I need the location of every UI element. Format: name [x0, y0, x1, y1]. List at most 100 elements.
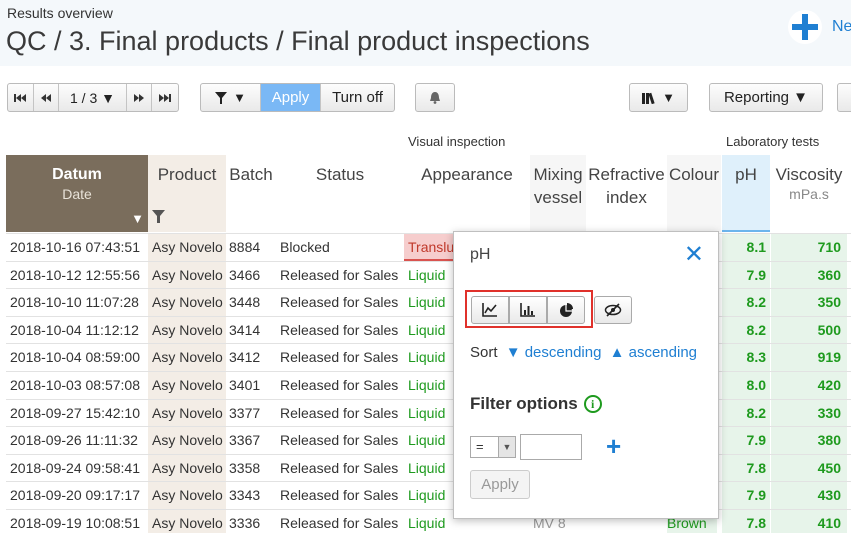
table-row[interactable]: 2018-10-04 08:59:00 Asy Novelo 3412 Release… [6, 343, 851, 372]
cell-ph: 7.9 [722, 482, 770, 510]
table-row[interactable]: 2018-09-24 09:58:41 Asy Novelo 3358 Release… [6, 453, 851, 482]
pagination: 1 / 3 ▼ [7, 83, 179, 112]
pie-chart-button[interactable] [547, 296, 585, 324]
cell-ph: 8.2 [722, 399, 770, 427]
cell-date: 2018-10-10 11:07:28 [10, 294, 139, 311]
cell-viscosity: 710 [771, 234, 847, 261]
column-header-colour[interactable]: Colour [667, 155, 721, 232]
column-title-appearance: Appearance [421, 165, 513, 184]
apply-filter-button[interactable]: Apply [261, 84, 321, 111]
column-title-product: Product [157, 165, 217, 184]
cell-viscosity: 450 [771, 454, 847, 482]
close-icon[interactable]: ✕ [684, 240, 704, 269]
cell-appearance: Liquid [408, 487, 446, 504]
column-header-status[interactable]: Status [276, 155, 404, 232]
filter-value-input[interactable] [520, 434, 582, 460]
column-header-refractive-index[interactable]: Refractive index [586, 155, 667, 232]
library-icon [642, 92, 655, 104]
column-title-mixing-vessel: Mixing vessel [533, 165, 583, 207]
cell-appearance: Liquid [408, 459, 446, 476]
cell-status: Released for Sales [280, 459, 399, 476]
column-header-viscosity[interactable]: Viscosity mPa.s [771, 155, 847, 232]
reporting-dropdown[interactable]: Reporting ▼ [709, 83, 823, 112]
column-header-product[interactable]: Product [148, 155, 226, 232]
cell-status: Released for Sales [280, 294, 399, 311]
cell-batch: 3401 [229, 376, 261, 393]
apply-filter-popup-button[interactable]: Apply [470, 470, 530, 499]
cell-status: Released for Sales [280, 349, 399, 366]
cell-batch: 3466 [229, 266, 261, 283]
info-icon[interactable]: i [583, 395, 602, 413]
column-header-appearance[interactable]: Appearance [404, 155, 530, 232]
column-title-datum: Datum [52, 166, 102, 183]
cell-date: 2018-10-03 08:57:08 [10, 376, 140, 393]
extra-toolbar-button[interactable] [837, 83, 851, 112]
column-title-batch: Batch [229, 165, 273, 184]
page-title: QC / 3. Final products / Final product i… [6, 26, 590, 56]
prev-page-button[interactable] [34, 84, 60, 111]
first-page-button[interactable] [8, 84, 34, 111]
group-label-lab: Laboratory tests [726, 134, 820, 149]
cell-date: 2018-10-12 12:55:56 [10, 266, 140, 283]
column-header-ph[interactable]: pH [722, 155, 770, 232]
library-caret: ▼ [662, 90, 675, 105]
cell-ph: 7.8 [722, 454, 770, 482]
table-row[interactable]: 2018-10-04 11:12:12 Asy Novelo 3414 Release… [6, 315, 851, 344]
table-row[interactable]: 2018-10-12 12:55:56 Asy Novelo 3466 Release… [6, 260, 851, 289]
line-chart-button[interactable] [471, 296, 509, 324]
cell-appearance: Liquid [408, 349, 446, 366]
cell-batch: 3412 [229, 349, 261, 366]
prev-page-icon [41, 93, 52, 102]
last-page-button[interactable] [152, 84, 178, 111]
next-page-button[interactable] [127, 84, 153, 111]
filter-dropdown[interactable]: ▼ [201, 84, 261, 111]
cell-ph: 8.3 [722, 344, 770, 372]
operator-select[interactable]: = ▼ [470, 436, 516, 458]
sort-ascending-link[interactable]: ▲ ascending [610, 344, 697, 361]
new-button-label: Ne [832, 18, 851, 35]
table-row[interactable]: 2018-10-03 08:57:08 Asy Novelo 3401 Release… [6, 370, 851, 399]
bar-chart-button[interactable] [509, 296, 547, 324]
column-header-datum[interactable]: Datum Date ▼ [6, 155, 148, 232]
column-header-batch[interactable]: Batch [226, 155, 276, 232]
column-options-popup: pH ✕ Sort ▼ descending ▲ ascending Filte… [453, 231, 719, 519]
cell-status: Released for Sales [280, 376, 399, 393]
column-title-colour: Colour [668, 165, 720, 184]
column-subtitle-datum: Date [62, 186, 92, 202]
turn-off-filter-button[interactable]: Turn off [321, 84, 394, 111]
table-row[interactable]: 2018-09-19 10:08:51 Asy Novelo 3336 Release… [6, 508, 851, 533]
sort-desc-icon: ▼ [131, 211, 144, 226]
cell-appearance: Liquid [408, 432, 446, 449]
hide-column-button[interactable] [594, 296, 632, 324]
cell-batch: 3448 [229, 294, 261, 311]
table-row[interactable]: 2018-09-20 09:17:17 Asy Novelo 3343 Release… [6, 481, 851, 510]
cell-viscosity: 919 [771, 344, 847, 372]
plus-icon [788, 10, 822, 44]
column-header-mixing-vessel[interactable]: Mixing vessel [530, 155, 586, 232]
cell-date: 2018-09-27 15:42:10 [10, 404, 140, 421]
filter-options-heading: Filter options i [470, 394, 602, 414]
table-row[interactable]: 2018-10-16 07:43:51 Asy Novelo 8884 Blocked… [6, 233, 851, 261]
notification-button[interactable] [415, 83, 455, 112]
cell-status: Released for Sales [280, 404, 399, 421]
cell-date: 2018-09-24 09:58:41 [10, 459, 140, 476]
breadcrumb[interactable]: Results overview [7, 5, 113, 21]
chevron-down-icon: ▼ [498, 437, 515, 457]
cell-appearance: Liquid [408, 266, 446, 283]
table-row[interactable]: 2018-10-10 11:07:28 Asy Novelo 3448 Release… [6, 288, 851, 317]
column-unit-viscosity: mPa.s [789, 186, 829, 202]
cell-status: Released for Sales [280, 432, 399, 449]
cell-product: Asy Novelo [148, 344, 226, 372]
table-row[interactable]: 2018-09-26 11:11:32 Asy Novelo 3367 Release… [6, 426, 851, 455]
add-filter-icon[interactable]: + [606, 433, 621, 459]
library-dropdown[interactable]: ▼ [629, 83, 688, 112]
sort-descending-link[interactable]: ▼ descending [506, 344, 602, 361]
new-button[interactable]: Ne [788, 10, 851, 44]
table-row[interactable]: 2018-09-27 15:42:10 Asy Novelo 3377 Release… [6, 398, 851, 427]
filter-dropdown-caret: ▼ [233, 90, 246, 105]
filter-options-label: Filter options [470, 394, 578, 413]
funnel-icon [215, 91, 228, 104]
column-title-refractive-index: Refractive index [588, 165, 665, 207]
page-select[interactable]: 1 / 3 ▼ [59, 84, 127, 111]
last-page-icon [159, 93, 172, 102]
